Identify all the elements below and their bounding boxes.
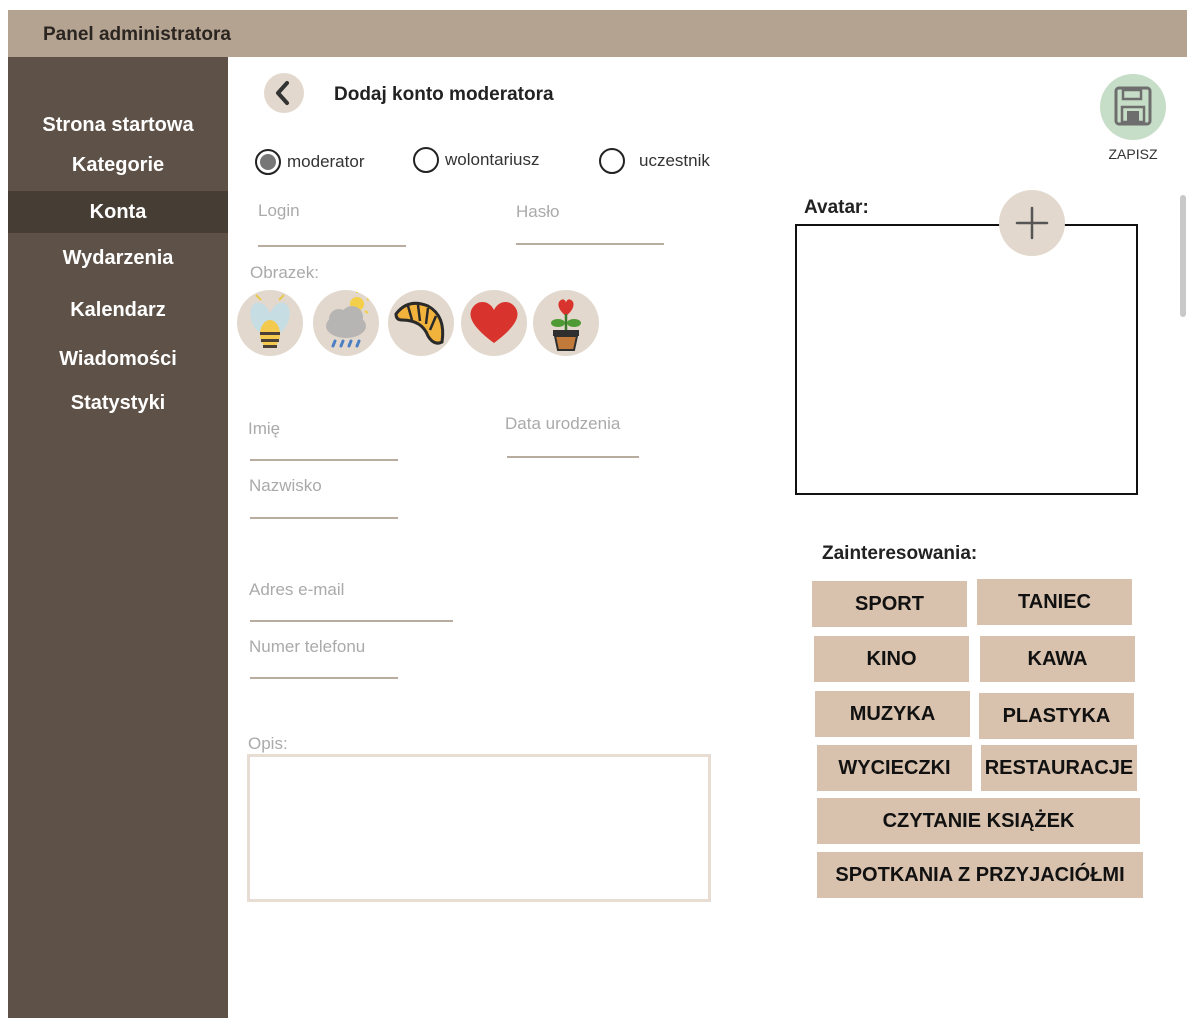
rain-cloud-icon (326, 290, 371, 348)
interest-tag-restauracje[interactable]: RESTAURACJE (981, 745, 1137, 791)
interest-tag-taniec[interactable]: TANIEC (977, 579, 1132, 625)
sidebar-item-konta[interactable]: Konta (8, 191, 228, 233)
role-label-wolontariusz: wolontariusz (445, 150, 540, 169)
sidebar-item-wydarzenia[interactable]: Wydarzenia (8, 243, 228, 273)
interest-tag-muzyka[interactable]: MUZYKA (815, 691, 970, 737)
interests-label: Zainteresowania: (822, 543, 978, 564)
image-option-heart[interactable] (461, 290, 527, 356)
interest-tag-sport[interactable]: SPORT (812, 581, 967, 627)
phone-label: Numer telefonu (249, 637, 366, 656)
interest-tag-kino[interactable]: KINO (814, 636, 969, 682)
password-label: Hasło (516, 202, 560, 221)
avatar-label: Avatar: (804, 197, 869, 218)
birth-date-field[interactable] (507, 456, 639, 458)
heart-icon (470, 301, 518, 343)
role-radio-uczestnik[interactable]: uczestnik (599, 148, 710, 174)
login-label: Login (258, 201, 300, 220)
plus-icon (1015, 206, 1049, 240)
image-option-firefly[interactable] (237, 290, 303, 356)
image-option-potted-heart[interactable] (533, 290, 599, 356)
image-option-rain-cloud[interactable] (313, 290, 379, 356)
login-field[interactable] (258, 245, 406, 247)
birth-date-label: Data urodzenia (505, 414, 621, 433)
role-radio-wolontariusz[interactable]: wolontariusz (413, 147, 540, 173)
email-field[interactable] (250, 620, 453, 622)
interest-tag-wycieczki[interactable]: WYCIECZKI (817, 745, 972, 791)
sidebar-item-wiadomosci[interactable]: Wiadomości (8, 344, 228, 374)
page-title: Dodaj konto moderatora (334, 84, 554, 105)
sidebar: Strona startowa Kategorie Konta Wydarzen… (8, 57, 228, 1018)
potted-heart-flower-icon (551, 299, 581, 351)
top-bar: Panel administratora (8, 10, 1187, 57)
image-option-croissant[interactable] (388, 290, 454, 356)
admin-panel: Panel administratora Strona startowa Kat… (0, 0, 1187, 1018)
radio-unchecked-icon (599, 148, 625, 174)
floppy-disk-icon (1114, 86, 1152, 126)
last-name-label: Nazwisko (249, 476, 322, 495)
croissant-icon (394, 301, 445, 345)
save-button[interactable] (1100, 74, 1166, 140)
last-name-field[interactable] (250, 517, 398, 519)
avatar-preview (795, 224, 1138, 495)
sidebar-item-strona-startowa[interactable]: Strona startowa (8, 110, 228, 140)
role-radio-moderator[interactable]: moderator (255, 149, 364, 175)
sidebar-item-kategorie[interactable]: Kategorie (8, 150, 228, 180)
back-button[interactable] (264, 73, 304, 113)
password-field[interactable] (516, 243, 664, 245)
image-label: Obrazek: (250, 263, 319, 282)
firefly-icon (250, 294, 290, 348)
vertical-scrollbar[interactable] (1180, 195, 1186, 317)
sidebar-item-statystyki[interactable]: Statystyki (8, 388, 228, 418)
description-label: Opis: (248, 734, 288, 753)
interest-tag-plastyka[interactable]: PLASTYKA (979, 693, 1134, 739)
chevron-left-icon (276, 81, 289, 105)
radio-checked-icon (255, 149, 281, 175)
role-label-moderator: moderator (287, 152, 365, 171)
interest-tag-spotkania-z-przyjaciolmi[interactable]: SPOTKANIA Z PRZYJACIÓŁMI (817, 852, 1143, 898)
phone-field[interactable] (250, 677, 398, 679)
radio-unchecked-icon (413, 147, 439, 173)
description-textarea[interactable] (247, 754, 711, 902)
first-name-label: Imię (248, 419, 281, 438)
app-title: Panel administratora (43, 24, 231, 45)
add-avatar-button[interactable] (999, 190, 1065, 256)
role-label-uczestnik: uczestnik (639, 151, 710, 170)
sidebar-item-kalendarz[interactable]: Kalendarz (8, 295, 228, 325)
interest-tag-kawa[interactable]: KAWA (980, 636, 1135, 682)
interest-tag-czytanie-ksiazek[interactable]: CZYTANIE KSIĄŻEK (817, 798, 1140, 844)
first-name-field[interactable] (250, 459, 398, 461)
save-label: ZAPISZ (1108, 146, 1158, 162)
email-label: Adres e-mail (249, 580, 345, 599)
